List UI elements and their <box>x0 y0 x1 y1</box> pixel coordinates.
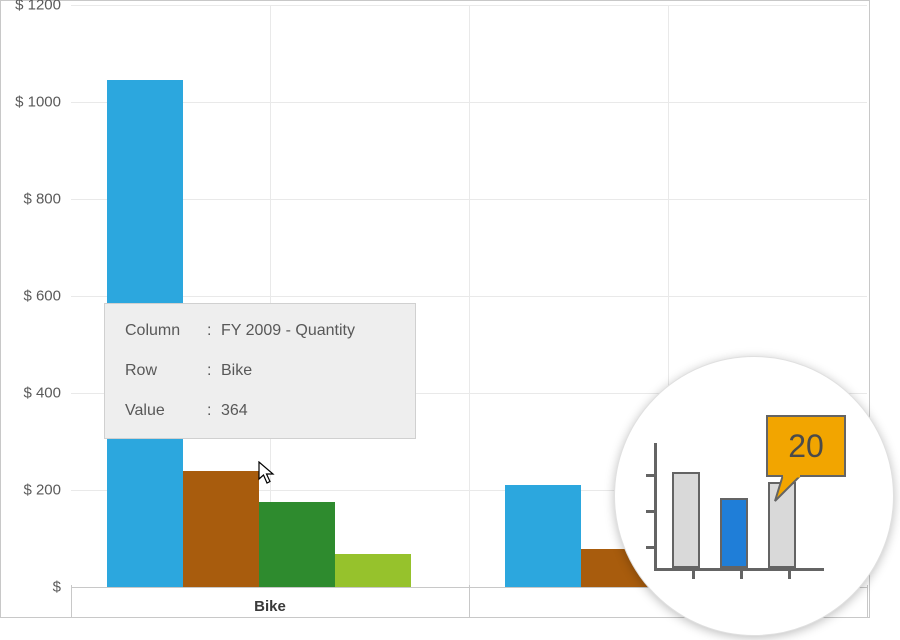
badge-callout: 20 <box>766 415 846 477</box>
bar-bike-series2[interactable] <box>183 471 259 587</box>
y-tick-0: $ <box>1 579 61 596</box>
bar-bike-series3[interactable] <box>259 502 335 587</box>
tooltip-row-column: Column : FY 2009 - Quantity <box>125 322 395 340</box>
y-tick-1200: $ 1200 <box>1 0 61 14</box>
tooltip-row-row: Row : Bike <box>125 362 395 380</box>
badge-callout-value: 20 <box>788 428 824 465</box>
badge-bar-icon <box>720 498 748 568</box>
tooltip-value: Bike <box>221 362 395 380</box>
tooltip-key: Column <box>125 322 207 340</box>
tooltip-row-value: Value : 364 <box>125 402 395 420</box>
group-separator-1 <box>469 585 470 617</box>
badge-bar-icon <box>672 472 700 568</box>
y-tick-400: $ 400 <box>1 385 61 402</box>
tooltip-value: 364 <box>221 402 395 420</box>
badge-callout-tail-icon <box>773 475 805 505</box>
tooltip-feature-badge: 20 <box>614 356 894 636</box>
badge-icon: 20 <box>654 421 854 571</box>
y-tick-600: $ 600 <box>1 288 61 305</box>
x-label-bike: Bike <box>71 598 469 615</box>
bar-bike-series4[interactable] <box>335 554 411 587</box>
y-tick-800: $ 800 <box>1 191 61 208</box>
y-tick-1000: $ 1000 <box>1 94 61 111</box>
bar-group2-series1[interactable] <box>505 485 581 587</box>
tooltip-key: Value <box>125 402 207 420</box>
tooltip-key: Row <box>125 362 207 380</box>
group-separator-2 <box>867 585 868 617</box>
tooltip-value: FY 2009 - Quantity <box>221 322 395 340</box>
y-tick-200: $ 200 <box>1 482 61 499</box>
chart-tooltip: Column : FY 2009 - Quantity Row : Bike V… <box>104 303 416 439</box>
